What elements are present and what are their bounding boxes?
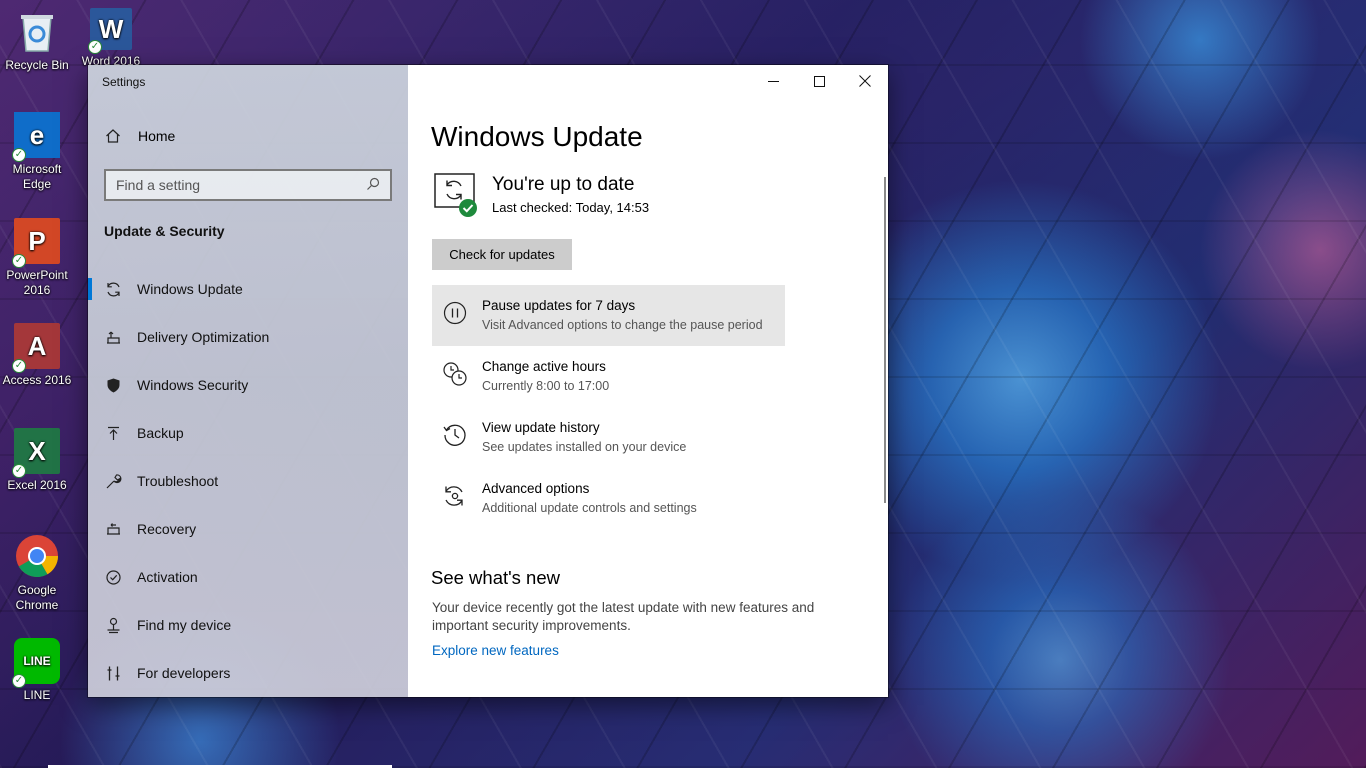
option-view-update-history[interactable]: View update history See updates installe… bbox=[432, 407, 785, 468]
explore-new-features-link[interactable]: Explore new features bbox=[432, 643, 559, 658]
excel-icon: X ✓ bbox=[12, 428, 60, 478]
refresh-icon bbox=[104, 280, 122, 298]
sidebar-item-delivery-optimization[interactable]: Delivery Optimization bbox=[88, 313, 408, 361]
status-title: You're up to date bbox=[492, 174, 635, 195]
option-subtitle: Additional update controls and settings bbox=[482, 501, 697, 515]
recovery-icon bbox=[104, 520, 122, 538]
option-title: Pause updates for 7 days bbox=[482, 298, 636, 313]
sync-check-icon: ✓ bbox=[12, 148, 26, 162]
whats-new-title: See what's new bbox=[431, 567, 560, 588]
minimize-button[interactable] bbox=[750, 65, 796, 97]
sidebar-item-for-developers[interactable]: For developers bbox=[88, 649, 408, 697]
option-change-active-hours[interactable]: Change active hours Currently 8:00 to 17… bbox=[432, 346, 785, 407]
search-icon[interactable] bbox=[366, 177, 380, 194]
delivery-optimization-icon bbox=[104, 328, 122, 346]
shield-icon bbox=[104, 376, 122, 394]
desktop-icon-line[interactable]: LINE ✓ LINE bbox=[0, 638, 74, 703]
option-title: Advanced options bbox=[482, 481, 590, 496]
sync-check-icon: ✓ bbox=[12, 359, 26, 373]
window-title: Settings bbox=[102, 75, 146, 89]
sidebar-item-label: Troubleshoot bbox=[137, 473, 219, 489]
sync-check-icon: ✓ bbox=[12, 464, 26, 478]
sidebar-item-label: Backup bbox=[137, 425, 184, 441]
sidebar-item-backup[interactable]: Backup bbox=[88, 409, 408, 457]
developer-icon bbox=[104, 664, 122, 682]
sidebar-item-label: Find my device bbox=[137, 617, 232, 633]
history-icon bbox=[442, 422, 468, 448]
wrench-icon bbox=[104, 472, 122, 490]
advanced-options-icon bbox=[442, 483, 468, 509]
desktop-icon-recycle-bin[interactable]: Recycle Bin bbox=[0, 8, 74, 73]
home-icon bbox=[104, 127, 122, 145]
option-pause-updates[interactable]: Pause updates for 7 days Visit Advanced … bbox=[432, 285, 785, 346]
content-scrollbar[interactable] bbox=[884, 177, 886, 503]
sidebar-item-label: For developers bbox=[137, 665, 231, 681]
page-title: Windows Update bbox=[431, 121, 643, 152]
chrome-icon bbox=[14, 533, 60, 579]
option-subtitle: Visit Advanced options to change the pau… bbox=[482, 318, 763, 332]
sidebar-item-label: Recovery bbox=[137, 521, 197, 537]
desktop-icon-access[interactable]: A ✓ Access 2016 bbox=[0, 323, 74, 388]
sidebar-item-label: Activation bbox=[137, 569, 198, 585]
desktop-icon-word[interactable]: W ✓ Word 2016 bbox=[74, 8, 148, 69]
powerpoint-icon: P ✓ bbox=[12, 218, 60, 268]
search-placeholder: Find a setting bbox=[116, 177, 201, 193]
settings-sidebar: Settings Home Find a setting Update & Se… bbox=[88, 65, 408, 697]
sidebar-item-find-my-device[interactable]: Find my device bbox=[88, 601, 408, 649]
update-status-icon bbox=[432, 171, 477, 217]
sidebar-item-label: Delivery Optimization bbox=[137, 329, 270, 345]
sidebar-item-windows-update[interactable]: Windows Update bbox=[88, 265, 408, 313]
desktop-icon-chrome[interactable]: Google Chrome bbox=[0, 533, 74, 613]
pause-icon bbox=[442, 300, 468, 326]
check-for-updates-button[interactable]: Check for updates bbox=[432, 239, 572, 270]
option-subtitle: See updates installed on your device bbox=[482, 440, 687, 454]
option-title: View update history bbox=[482, 420, 600, 435]
section-title: Update & Security bbox=[104, 223, 225, 239]
edge-icon: e ✓ bbox=[12, 112, 60, 162]
desktop-icon-edge[interactable]: e ✓ Microsoft Edge bbox=[0, 112, 74, 192]
nav-home[interactable]: Home bbox=[104, 127, 175, 145]
sync-check-icon: ✓ bbox=[12, 674, 26, 688]
access-icon: A ✓ bbox=[12, 323, 60, 373]
active-hours-icon bbox=[442, 361, 468, 387]
option-advanced-options[interactable]: Advanced options Additional update contr… bbox=[432, 468, 785, 529]
backup-icon bbox=[104, 424, 122, 442]
window-caption-buttons bbox=[750, 65, 888, 97]
close-button[interactable] bbox=[842, 65, 888, 97]
sync-check-icon: ✓ bbox=[88, 40, 102, 54]
settings-content: Windows Update You're up to date Last ch… bbox=[408, 65, 888, 697]
nav-home-label: Home bbox=[138, 128, 176, 144]
option-subtitle: Currently 8:00 to 17:00 bbox=[482, 379, 610, 393]
whats-new-description: Your device recently got the latest upda… bbox=[432, 600, 815, 633]
sidebar-nav: Windows Update Delivery Optimization Win… bbox=[88, 265, 408, 697]
word-icon: W ✓ bbox=[88, 8, 132, 54]
desktop-icon-powerpoint[interactable]: P ✓ PowerPoint 2016 bbox=[0, 218, 74, 298]
recycle-bin-icon bbox=[14, 8, 60, 54]
settings-window: Settings Home Find a setting Update & Se… bbox=[88, 65, 888, 697]
sidebar-item-troubleshoot[interactable]: Troubleshoot bbox=[88, 457, 408, 505]
sidebar-item-recovery[interactable]: Recovery bbox=[88, 505, 408, 553]
option-title: Change active hours bbox=[482, 359, 606, 374]
activation-icon bbox=[104, 568, 122, 586]
line-icon: LINE ✓ bbox=[12, 638, 60, 688]
search-input[interactable]: Find a setting bbox=[104, 169, 392, 201]
sidebar-item-label: Windows Security bbox=[137, 377, 249, 393]
sidebar-item-activation[interactable]: Activation bbox=[88, 553, 408, 601]
maximize-button[interactable] bbox=[796, 65, 842, 97]
sidebar-item-label: Windows Update bbox=[137, 281, 243, 297]
desktop-icon-excel[interactable]: X ✓ Excel 2016 bbox=[0, 428, 74, 493]
sync-check-icon: ✓ bbox=[12, 254, 26, 268]
find-device-icon bbox=[104, 616, 122, 634]
sidebar-item-windows-security[interactable]: Windows Security bbox=[88, 361, 408, 409]
status-last-checked: Last checked: Today, 14:53 bbox=[492, 200, 650, 215]
